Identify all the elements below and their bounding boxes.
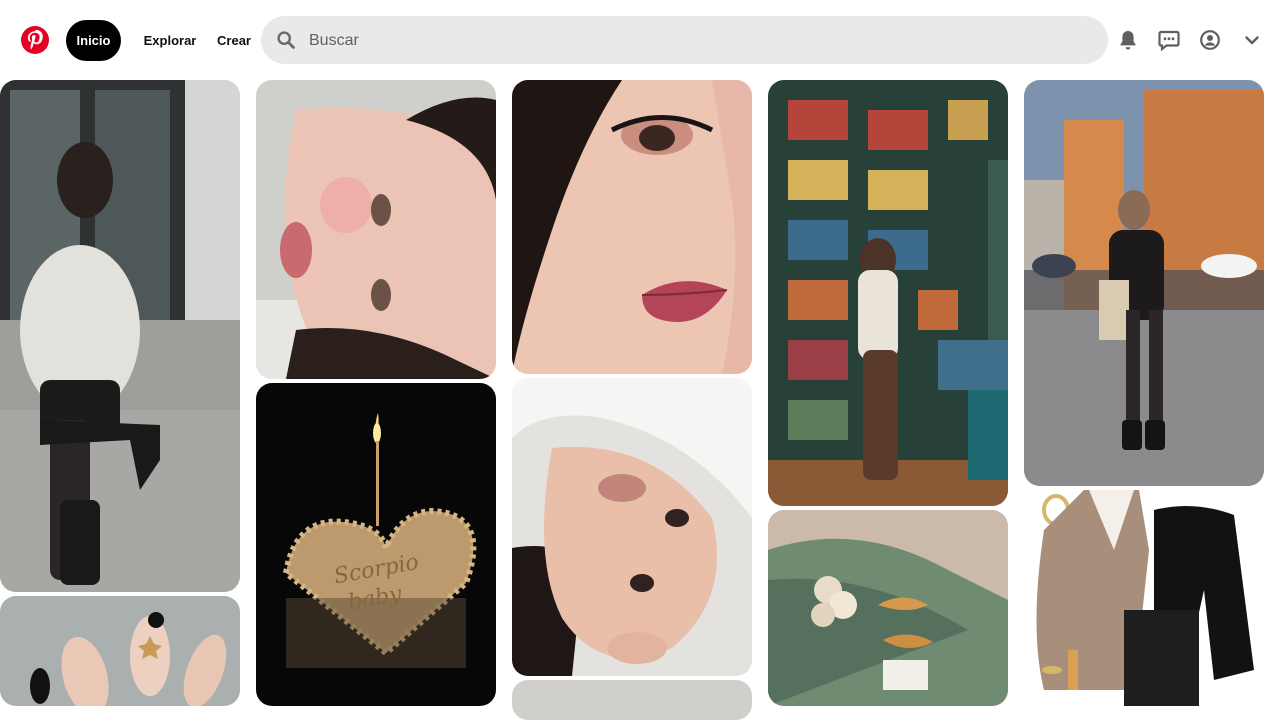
nav-create-button[interactable]: Crear	[212, 20, 256, 61]
profile-icon[interactable]	[1198, 28, 1222, 52]
top-nav-bar: Inicio Explorar Crear	[0, 0, 1280, 80]
pinterest-logo-icon[interactable]	[20, 25, 50, 55]
chevron-down-icon[interactable]	[1240, 28, 1264, 52]
pin-outfit-flatlay[interactable]	[1024, 490, 1264, 706]
pin-lying-selfie[interactable]	[512, 378, 752, 676]
bell-icon[interactable]	[1116, 28, 1140, 52]
pin-next-item[interactable]	[512, 680, 752, 720]
pin-close-up-makeup[interactable]	[512, 80, 752, 374]
search-input[interactable]	[307, 16, 1091, 66]
search-icon	[277, 31, 295, 49]
pin-girl-at-bookshelf[interactable]	[768, 80, 1008, 506]
pin-girl-in-sweater-and-boots[interactable]	[0, 80, 240, 592]
nav-explore-button[interactable]: Explorar	[139, 20, 201, 61]
pin-face-selfie[interactable]	[256, 80, 496, 379]
pin-manicure-nails[interactable]	[0, 596, 240, 706]
pin-green-car-with-flowers-and-croissants[interactable]	[768, 510, 1008, 706]
message-icon[interactable]	[1157, 28, 1181, 52]
nav-home-button[interactable]: Inicio	[66, 20, 121, 61]
search-bar[interactable]	[261, 16, 1108, 66]
pin-girl-on-city-street[interactable]	[1024, 80, 1264, 486]
pin-heart-cake-with-candle[interactable]: Scorpio baby	[256, 383, 496, 706]
